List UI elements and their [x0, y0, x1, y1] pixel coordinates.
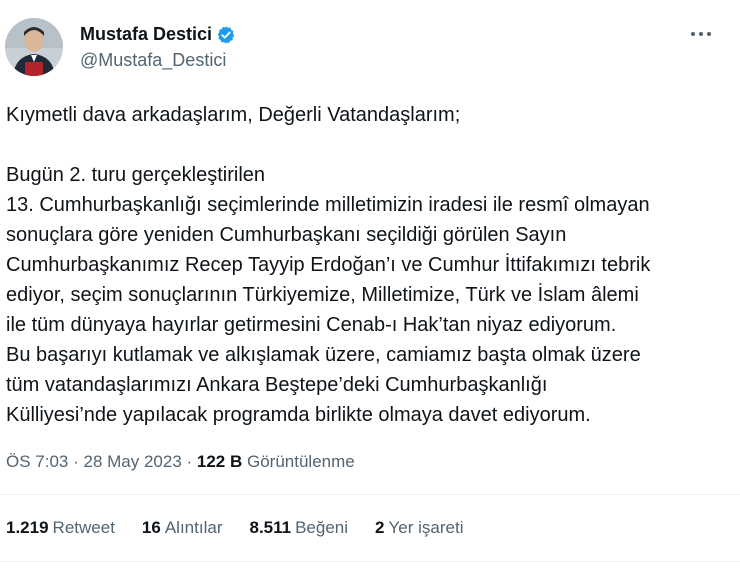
tweet-meta: ÖS 7:03 · 28 May 2023 · 122 B Görüntülen…	[6, 452, 355, 472]
divider	[0, 561, 740, 562]
stat-label: Retweet	[52, 518, 115, 537]
tweet-line: ile tüm dünyaya hayırlar getirmesini Cen…	[6, 314, 617, 336]
stat-count: 1.219	[6, 518, 49, 537]
tweet-line: Cumhurbaşkanımız Recep Tayyip Erdoğan’ı …	[6, 254, 651, 276]
divider	[0, 494, 740, 495]
stat-label: Beğeni	[295, 518, 349, 537]
tweet-line: Külliyesi’nde yapılacak programda birlik…	[6, 404, 591, 426]
author-name[interactable]: Mustafa Destici	[80, 24, 212, 45]
tweet-stats: 1.219 Retweet 16 Alıntılar 8.511 Beğeni 2 Ye…	[6, 518, 490, 538]
author-handle[interactable]: @Mustafa_Destici	[80, 50, 226, 71]
tweet-line: ediyor, seçim sonuçlarının Türkiyemize, …	[6, 284, 639, 306]
stat-label: Yer işareti	[388, 518, 464, 537]
quotes-stat[interactable]: 16 Alıntılar	[142, 518, 223, 538]
tweet-line: Bu başarıyı kutlamak ve alkışlamak üzere…	[6, 344, 641, 366]
stat-count: 16	[141, 518, 161, 537]
tweet-date[interactable]: 28 May 2023	[83, 452, 181, 471]
views-count: 122 B	[196, 452, 243, 471]
views-label: Görüntülenme	[247, 452, 355, 471]
avatar-image	[5, 18, 63, 76]
meta-separator: ·	[68, 452, 84, 471]
stat-count: 8.511	[249, 518, 292, 537]
bookmarks-stat[interactable]: 2 Yer işareti	[375, 518, 463, 538]
tweet-header: Mustafa Destici @Mustafa_Destici	[0, 0, 740, 90]
stat-label: Alıntılar	[164, 518, 223, 537]
tweet-line: 13. Cumhurbaşkanlığı seçimlerinde millet…	[6, 194, 650, 216]
avatar[interactable]	[5, 18, 63, 76]
likes-stat[interactable]: 8.511 Beğeni	[249, 518, 348, 538]
more-options-icon[interactable]	[688, 22, 714, 46]
tweet-text: Kıymetli dava arkadaşlarım, Değerli Vata…	[6, 100, 726, 430]
stat-count: 2	[375, 518, 385, 537]
tweet-greeting: Kıymetli dava arkadaşlarım, Değerli Vata…	[6, 104, 461, 126]
tweet-line: sonuçlara göre yeniden Cumhurbaşkanı seç…	[6, 224, 567, 246]
retweets-stat[interactable]: 1.219 Retweet	[6, 518, 115, 538]
tweet-time[interactable]: ÖS 7:03	[6, 452, 68, 471]
tweet-line: Bugün 2. turu gerçekleştirilen	[6, 164, 266, 186]
meta-separator: ·	[181, 452, 197, 471]
verified-badge-icon	[216, 25, 236, 45]
tweet-line: tüm vatandaşlarımızı Ankara Beştepe’deki…	[6, 374, 548, 396]
